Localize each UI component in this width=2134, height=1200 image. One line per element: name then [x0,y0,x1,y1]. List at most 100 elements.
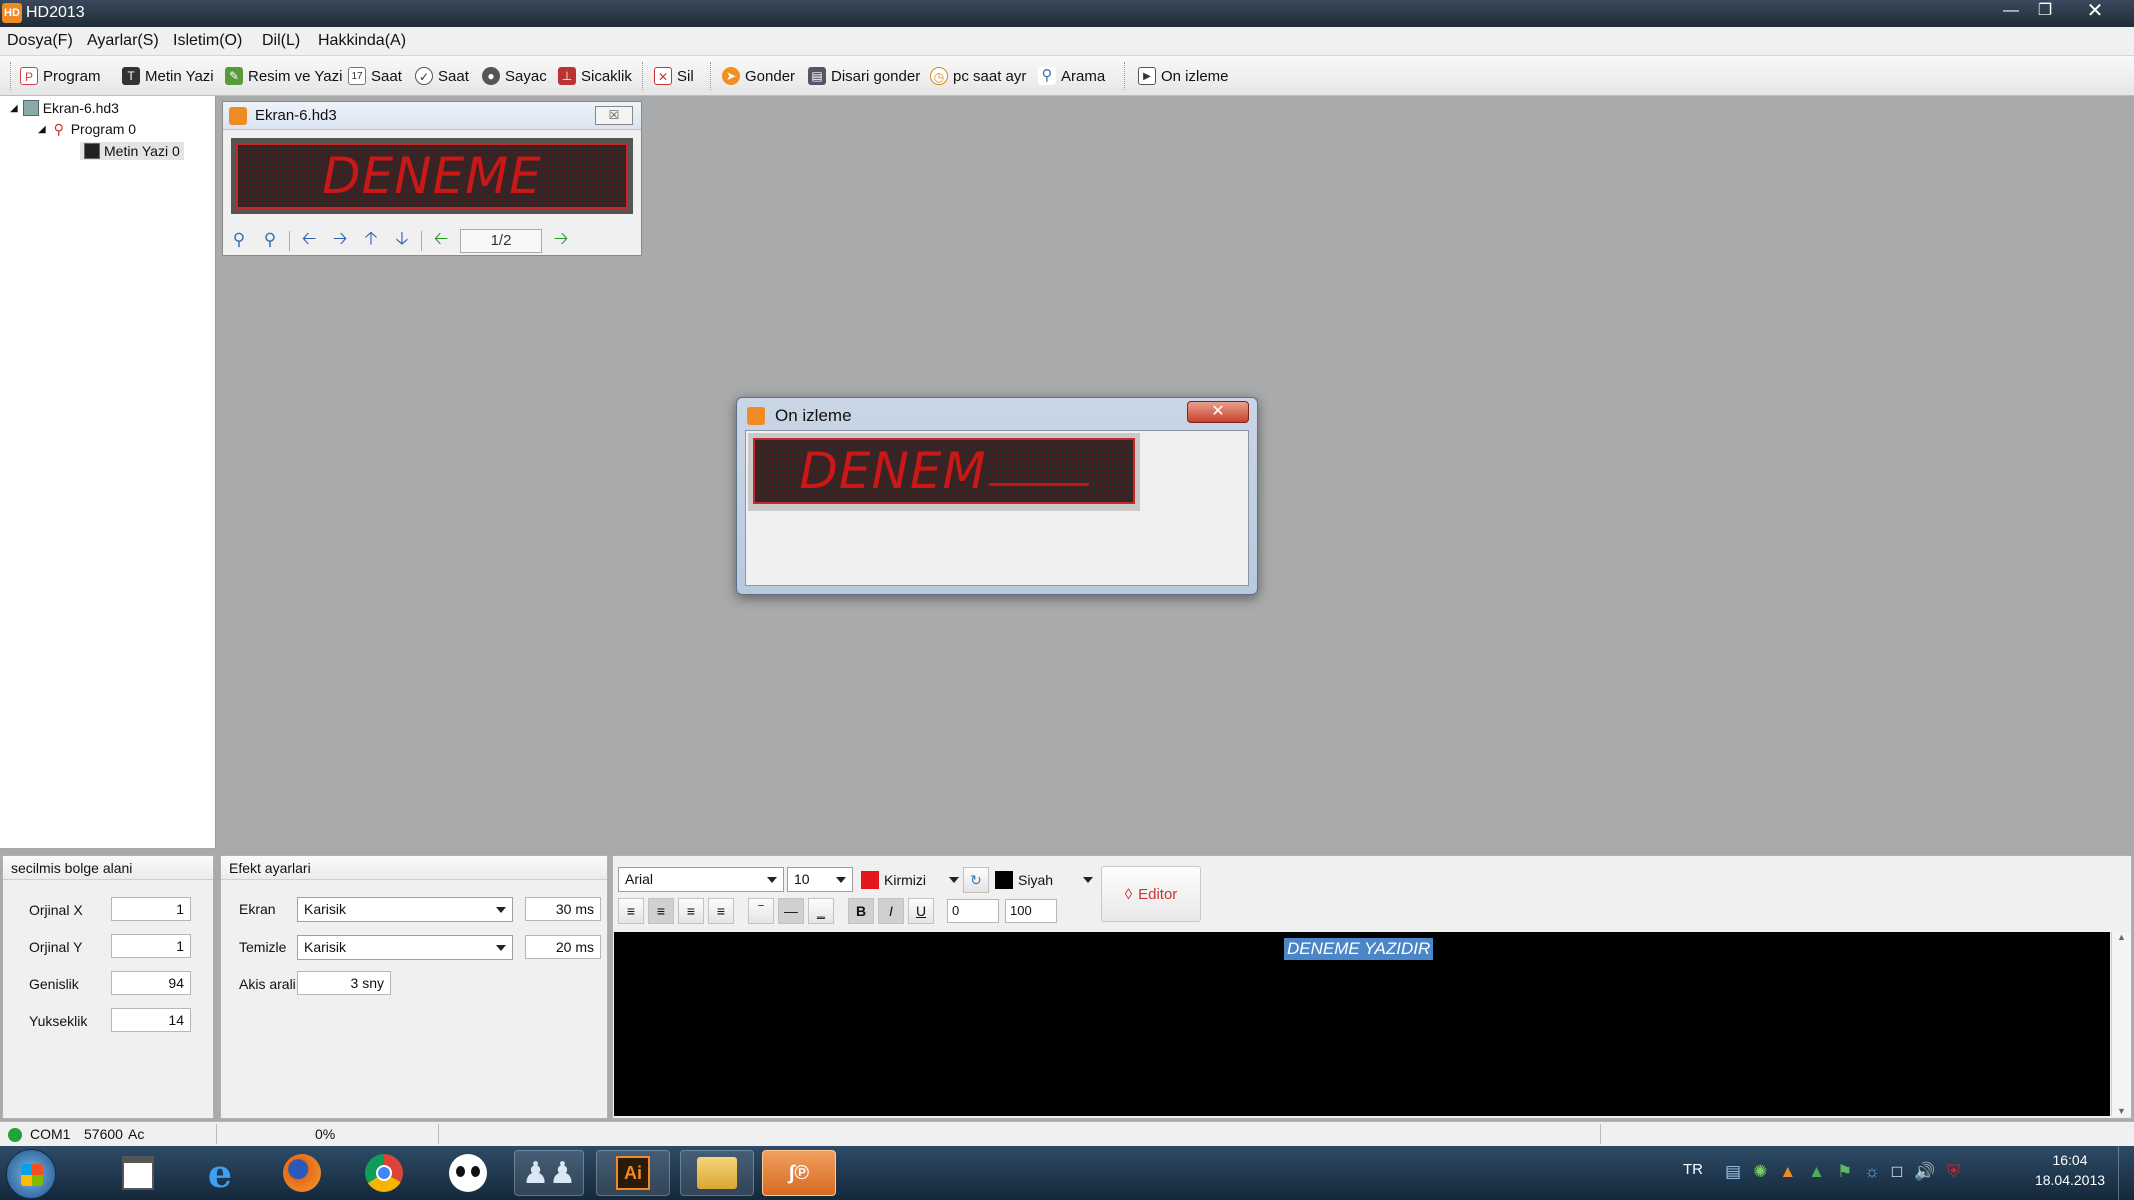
menu-dosya[interactable]: Dosya(F) [7,32,73,50]
align-left-icon[interactable]: ≡ [618,898,644,924]
taskbar-ie[interactable]: e [192,1150,248,1196]
scroll-down-icon[interactable]: ▼ [2112,1106,2131,1116]
sayac-button[interactable]: ● Sayac [482,63,547,89]
underline-icon[interactable]: U [908,898,934,924]
align-center-icon[interactable]: ≡ [648,898,674,924]
move-left-icon[interactable]: 🡠 [297,226,321,256]
text-color-select[interactable]: Kirmizi [861,868,959,892]
eraser-icon: ◊ [1124,885,1133,903]
sync-icon[interactable]: ✺ [1753,1162,1767,1182]
italic-icon[interactable]: I [878,898,904,924]
text-editor-area[interactable]: DENEME YAZIDIR [614,932,2110,1116]
orjinal-y-field[interactable]: 1 [111,934,191,958]
child-title-bar: Ekran-6.hd3 ☒ [223,102,641,130]
taskbar-users-app[interactable]: ♟♟ [514,1150,584,1196]
prev-page-icon[interactable]: 🡠 [429,226,453,256]
disari-gonder-button[interactable]: ▤ Disari gonder [808,63,920,89]
taskbar-chrome[interactable] [356,1150,412,1196]
spacing-stepper[interactable]: 0 [947,899,999,923]
font-size-select[interactable]: 10 [787,867,853,892]
drive-icon[interactable]: ▲ [1808,1162,1825,1182]
move-right-icon[interactable]: 🡢 [328,226,352,256]
menu-dil[interactable]: Dil(L) [262,32,300,50]
sayac-label: Sayac [505,67,547,85]
menu-hakkinda[interactable]: Hakkinda(A) [318,32,406,50]
on-izleme-button[interactable]: ▶ On izleme [1138,63,1229,89]
font-select[interactable]: Arial [618,867,784,892]
show-desktop-button[interactable] [2118,1146,2134,1200]
zoom-in-icon[interactable]: ⚲ [227,230,251,252]
valign-bottom-icon[interactable]: ‗ [808,898,834,924]
editor-button[interactable]: ◊ Editor [1101,866,1201,922]
ie-tray-icon[interactable]: ☼ [1864,1162,1880,1182]
clock-sync-icon: ◷ [930,67,948,85]
internet-explorer-icon: e [207,1150,233,1196]
minimize-button[interactable]: — [1996,0,2026,22]
editor-scrollbar[interactable]: ▲ ▼ [2111,932,2131,1116]
action-center-icon[interactable]: □ [1892,1162,1902,1182]
scroll-up-icon[interactable]: ▲ [2112,932,2131,942]
valign-top-icon[interactable]: ‾ [748,898,774,924]
close-button[interactable]: ✕ [2080,0,2110,22]
collapse-icon[interactable]: ◢ [10,103,18,114]
language-indicator[interactable]: TR [1683,1161,1703,1178]
metin-yazi-button[interactable]: T Metin Yazi [122,63,214,89]
taskbar-illustrator[interactable]: Ai [596,1150,670,1196]
clock[interactable]: 16:04 18.04.2013 [2030,1152,2110,1188]
orjinal-x-field[interactable]: 1 [111,897,191,921]
move-down-icon[interactable]: 🡣 [390,226,414,256]
tree-item-label: Metin Yazi 0 [104,143,180,159]
pc-saat-label: pc saat ayr [953,67,1027,85]
temizle-speed-field[interactable]: 20 ms [525,935,601,959]
pc-saat-button[interactable]: ◷ pc saat ayr [930,63,1026,89]
collapse-icon[interactable]: ◢ [38,124,46,135]
next-page-icon[interactable]: 🡢 [549,226,573,256]
saat-label: Saat [371,67,402,85]
taskbar-explorer[interactable] [680,1150,754,1196]
yukseklik-field[interactable]: 14 [111,1008,191,1032]
scale-stepper[interactable]: 100 [1005,899,1057,923]
ekran-effect-select[interactable]: Karisik [297,897,513,922]
saat-calendar-button[interactable]: 17 Saat [348,63,402,89]
genislik-field[interactable]: 94 [111,971,191,995]
taskbar-firefox[interactable] [274,1150,330,1196]
align-justify-icon[interactable]: ≡ [708,898,734,924]
background-color-select[interactable]: Siyah [995,868,1093,892]
child-close-button[interactable]: ☒ [595,106,633,125]
tree-root-node[interactable]: ◢ Ekran-6.hd3 [10,100,119,116]
illustrator-icon: Ai [616,1156,650,1190]
ekran-speed-field[interactable]: 30 ms [525,897,601,921]
volume-icon[interactable]: 🔊 [1914,1162,1935,1182]
tree-item-node[interactable]: Metin Yazi 0 [80,142,184,160]
swap-colors-icon[interactable]: ↻ [963,867,989,893]
start-button[interactable] [6,1149,56,1199]
network-icon[interactable]: ▤ [1725,1162,1741,1182]
valign-middle-icon[interactable]: — [778,898,804,924]
maximize-button[interactable]: ❐ [2030,0,2060,22]
dialog-close-button[interactable]: ✕ [1187,401,1249,423]
taskbar-hd2013[interactable]: ∫℗ [762,1150,836,1196]
taskbar-calendar-app[interactable] [110,1150,166,1196]
shield-icon[interactable]: ⛨ [1947,1162,1960,1182]
gonder-button[interactable]: ➤ Gonder [722,63,795,89]
sicaklik-button[interactable]: ⊥ Sicaklik [558,63,632,89]
taskbar-panda[interactable] [440,1150,496,1196]
resim-ve-yazi-button[interactable]: ✎ Resim ve Yazi [225,63,342,89]
move-up-icon[interactable]: 🡡 [359,226,383,256]
sil-button[interactable]: ✕ Sil [654,63,694,89]
counter-icon: ● [482,67,500,85]
bold-icon[interactable]: B [848,898,874,924]
akis-interval-field[interactable]: 3 sny [297,971,391,995]
arama-button[interactable]: ⚲ Arama [1038,63,1105,89]
menu-ayarlar[interactable]: Ayarlar(S) [87,32,159,50]
update-icon[interactable]: ▲ [1779,1162,1796,1182]
temizle-effect-select[interactable]: Karisik [297,935,513,960]
zoom-out-icon[interactable]: ⚲ [258,230,282,252]
saat-clock-button[interactable]: ✓ Saat [415,63,469,89]
program-button[interactable]: P Program [20,63,101,89]
tree-program-node[interactable]: ◢ ⚲ Program 0 [38,121,136,137]
menu-isletim[interactable]: Isletim(O) [173,32,242,50]
delete-icon: ✕ [654,67,672,85]
align-right-icon[interactable]: ≡ [678,898,704,924]
flag-icon[interactable]: ⚑ [1837,1162,1852,1182]
